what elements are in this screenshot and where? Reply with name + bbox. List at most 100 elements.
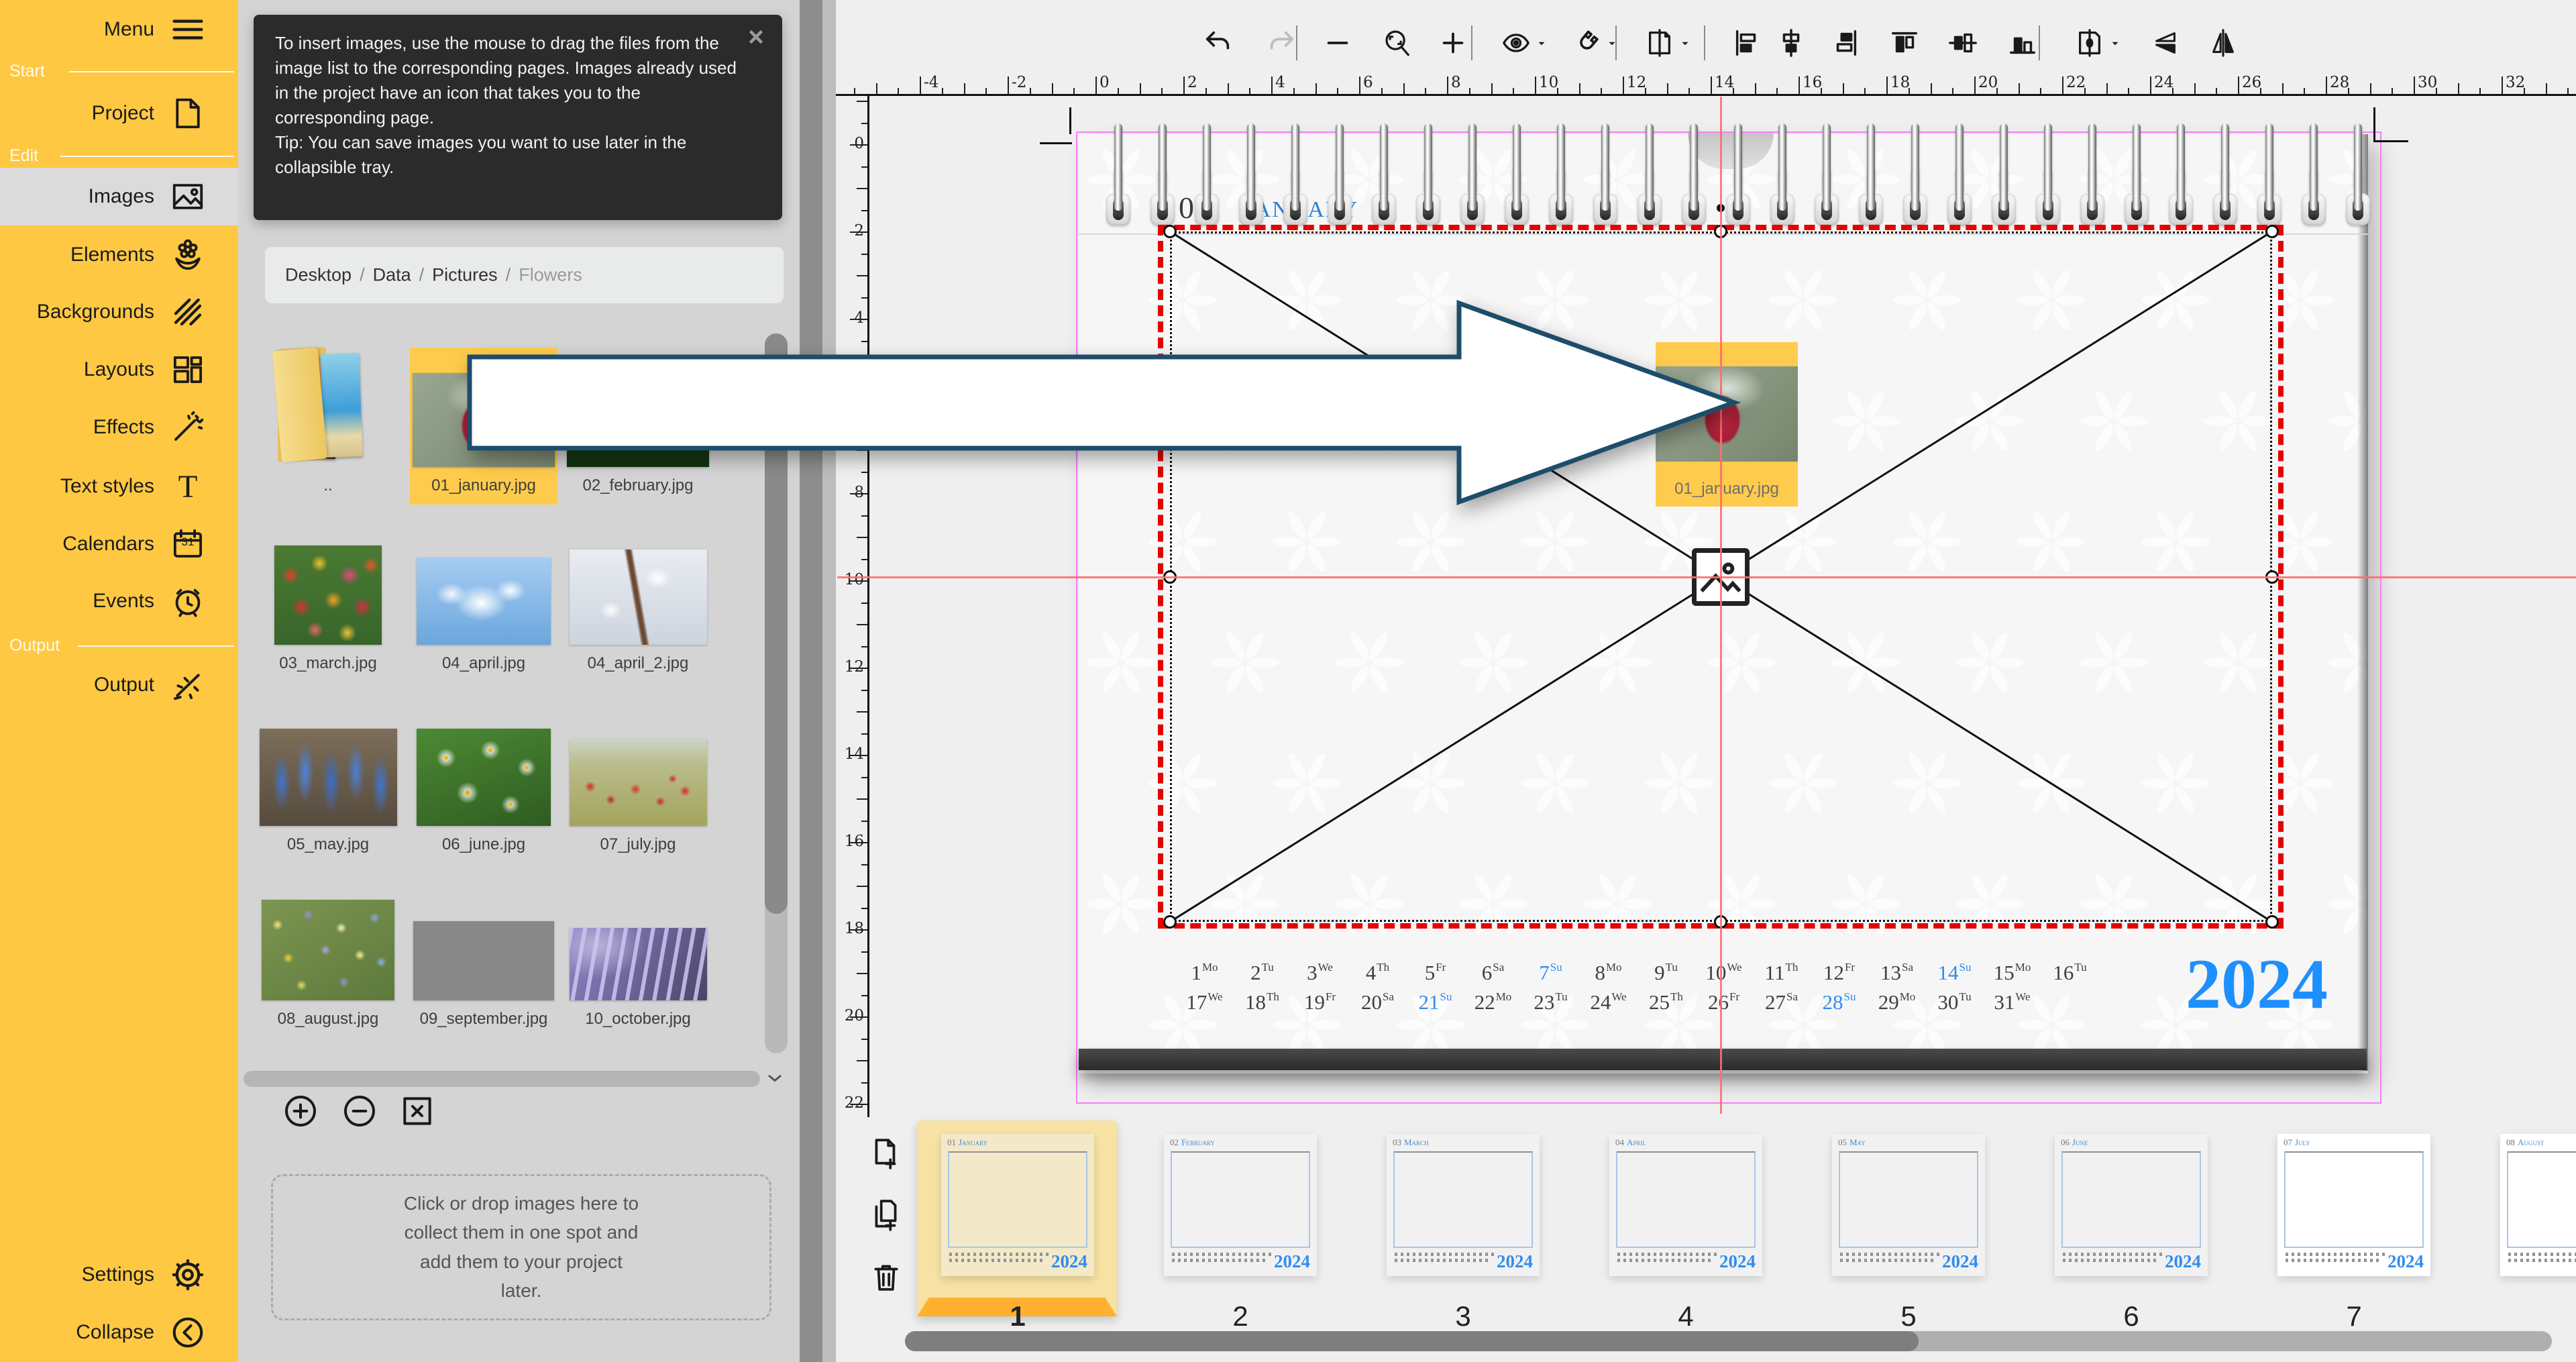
ruler-tick: [861, 210, 867, 211]
chevron-down-icon[interactable]: [2109, 38, 2121, 50]
ruler-tick: [857, 450, 867, 451]
sidebar-item-project[interactable]: Project: [0, 85, 238, 142]
selection-handle[interactable]: [2265, 225, 2279, 238]
page-thumbnail[interactable]: 07July2024: [2277, 1134, 2430, 1276]
add-page-icon[interactable]: [869, 1137, 903, 1170]
hatch-icon: [170, 294, 206, 330]
page-number[interactable]: 1: [941, 1300, 1094, 1332]
sidebar-item-text-styles[interactable]: Text stylesT: [0, 458, 238, 515]
align-center-h-icon[interactable]: [1776, 28, 1807, 58]
page-thumbnail-dates: [2508, 1253, 2576, 1256]
ruler-tick: [1316, 83, 1317, 94]
align-right-icon[interactable]: [1830, 28, 1861, 58]
page-number[interactable]: 3: [1387, 1300, 1540, 1332]
page-thumbnail[interactable]: 05May2024: [1832, 1134, 1985, 1276]
sidebar-menu-button[interactable]: Menu: [0, 1, 238, 58]
page-number[interactable]: 2: [1164, 1300, 1317, 1332]
breadcrumb[interactable]: Desktop/Data/Pictures/Flowers: [265, 247, 784, 303]
ruler-tick: [2546, 83, 2547, 94]
breadcrumb-item[interactable]: Pictures: [432, 265, 498, 285]
page-thumbnail-dates: [2063, 1259, 2157, 1262]
page-thumbnail-dates: [949, 1259, 1043, 1262]
file-tile[interactable]: 09_september.jpg: [412, 888, 555, 1063]
insert-page-icon[interactable]: [869, 1198, 903, 1232]
collapse-tray-chevron[interactable]: [763, 1065, 787, 1090]
selection-handle[interactable]: [2265, 915, 2279, 929]
zoom-out-icon[interactable]: [1322, 28, 1353, 58]
file-tile[interactable]: 04_april.jpg: [412, 530, 555, 704]
sidebar-item-backgrounds[interactable]: Backgrounds: [0, 283, 238, 341]
file-tile[interactable]: 04_april_2.jpg: [566, 530, 710, 704]
align-center-v-icon[interactable]: [1947, 28, 1978, 58]
sidebar-item-events[interactable]: Events: [0, 572, 238, 630]
view-icon[interactable]: [1501, 28, 1532, 58]
chevron-down-icon[interactable]: [1536, 38, 1548, 50]
page-number[interactable]: 7: [2277, 1300, 2430, 1332]
ruler-tick: [861, 384, 867, 386]
close-icon[interactable]: [745, 25, 767, 48]
sidebar-item-layouts[interactable]: Layouts: [0, 341, 238, 399]
page-thumbnail[interactable]: 02February2024: [1164, 1134, 1317, 1276]
file-tile[interactable]: 06_june.jpg: [412, 711, 555, 886]
snap-icon[interactable]: [1571, 28, 1602, 58]
file-tile[interactable]: 01_january.jpg: [412, 334, 555, 509]
pages-scrollbar-thumb[interactable]: [905, 1331, 1919, 1351]
panel-hscrollbar[interactable]: [244, 1071, 760, 1087]
image-collection-tray[interactable]: Click or drop images here tocollect them…: [271, 1174, 771, 1320]
wand-icon: [170, 409, 206, 446]
zoom-fit-icon[interactable]: [1381, 28, 1412, 58]
delete-page-icon[interactable]: [869, 1260, 903, 1294]
page-spread-icon[interactable]: [1644, 28, 1675, 58]
page-thumbnail-frame: [2061, 1151, 2201, 1248]
center-page-icon[interactable]: [2074, 28, 2105, 58]
selection-handle[interactable]: [1163, 225, 1177, 238]
ruler-label: 8: [836, 484, 864, 501]
selection-handle[interactable]: [1163, 915, 1177, 929]
breadcrumb-item[interactable]: Data: [373, 265, 411, 285]
page-thumbnail[interactable]: 06June2024: [2055, 1134, 2208, 1276]
ruler-tick: [861, 995, 867, 996]
calendar-date: 9Tu: [1638, 961, 1694, 985]
breadcrumb-item[interactable]: Desktop: [285, 265, 352, 285]
page-thumbnail-title: 07July: [2284, 1137, 2310, 1148]
file-tile[interactable]: 05_may.jpg: [256, 711, 400, 886]
undo-icon[interactable]: [1203, 28, 1234, 58]
file-tile[interactable]: 03_march.jpg: [256, 530, 400, 704]
align-bottom-icon[interactable]: [2007, 28, 2038, 58]
page-number[interactable]: 6: [2055, 1300, 2208, 1332]
sidebar-item-calendars[interactable]: Calendars31: [0, 515, 238, 573]
file-tile[interactable]: 07_july.jpg: [566, 711, 710, 886]
page-thumbnail[interactable]: 03March2024: [1387, 1134, 1540, 1276]
sidebar-item-images[interactable]: Images: [0, 168, 238, 225]
align-left-icon[interactable]: [1731, 28, 1762, 58]
page-thumbnail[interactable]: 04April2024: [1609, 1134, 1762, 1276]
flip-horizontal-icon[interactable]: [2208, 28, 2239, 58]
file-tile[interactable]: 02_february.jpg: [566, 334, 710, 509]
sidebar-item-elements[interactable]: Elements: [0, 226, 238, 284]
clear-selection-icon[interactable]: [398, 1092, 436, 1130]
page-number[interactable]: 4: [1609, 1300, 1762, 1332]
ruler-tick: [2282, 83, 2284, 94]
zoom-in-circle-icon[interactable]: [282, 1092, 319, 1130]
align-top-icon[interactable]: [1889, 28, 1920, 58]
page-number[interactable]: 5: [1832, 1300, 1985, 1332]
file-tile[interactable]: 10_october.jpg: [566, 888, 710, 1063]
sidebar-item-collapse[interactable]: Collapse: [0, 1304, 238, 1361]
chevron-down-icon[interactable]: [1679, 38, 1691, 50]
file-tile[interactable]: 08_august.jpg: [256, 888, 400, 1063]
sidebar-item-output[interactable]: Output: [0, 656, 238, 714]
flip-vertical-icon[interactable]: [2150, 28, 2181, 58]
zoom-in-icon[interactable]: [1438, 28, 1468, 58]
panel-scrollbar-thumb[interactable]: [765, 333, 788, 914]
page-right-shadow: [2357, 134, 2368, 1071]
file-tile[interactable]: ..: [256, 334, 400, 509]
page-thumbnail[interactable]: 01January2024: [941, 1134, 1094, 1276]
sidebar-item-label: Events: [93, 590, 154, 613]
dragged-image-thumbnail[interactable]: 01_january.jpg: [1656, 342, 1798, 507]
sidebar-item-settings[interactable]: Settings: [0, 1246, 238, 1304]
zoom-out-circle-icon[interactable]: [341, 1092, 378, 1130]
page-thumbnail-title: 04April: [1615, 1137, 1646, 1148]
page-thumbnail[interactable]: 08August2024: [2500, 1134, 2576, 1276]
ruler-tick: [1381, 88, 1383, 94]
sidebar-item-effects[interactable]: Effects: [0, 399, 238, 456]
